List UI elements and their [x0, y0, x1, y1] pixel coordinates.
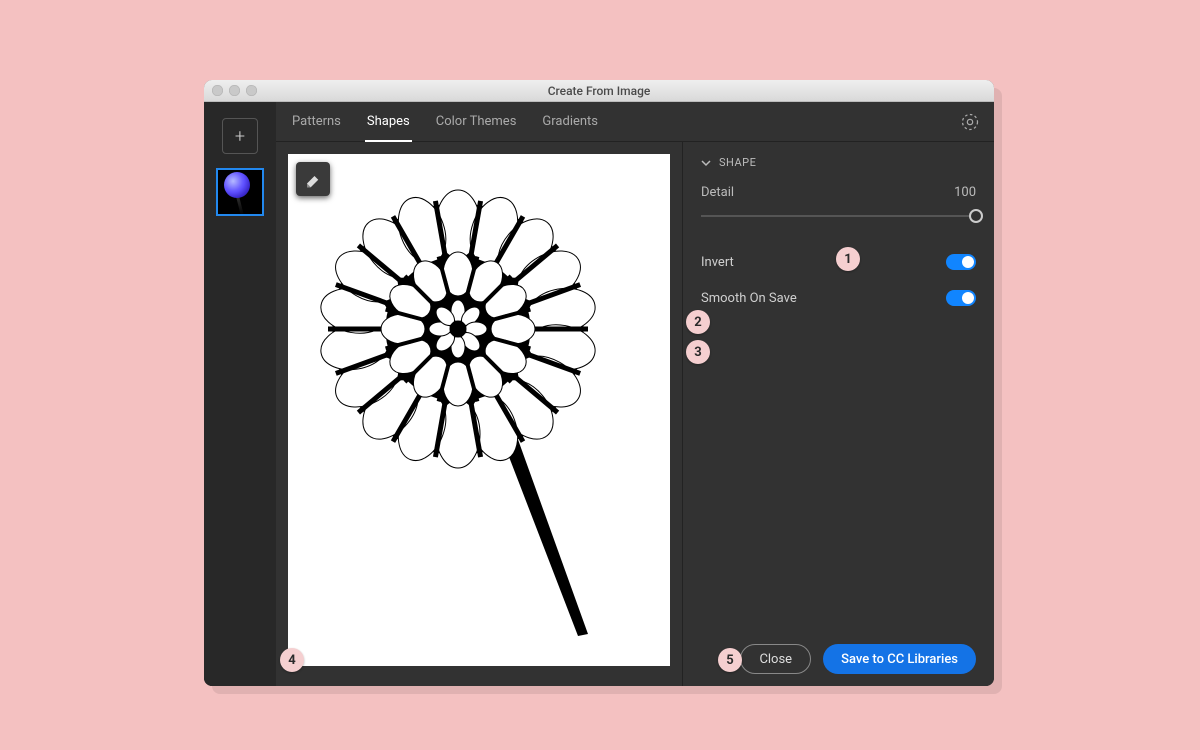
- preview-area: [276, 142, 682, 686]
- tabs: Patterns Shapes Color Themes Gradients: [276, 102, 994, 142]
- eraser-icon: [304, 170, 322, 188]
- plus-icon: +: [235, 126, 245, 147]
- preview-toggle-button[interactable]: [960, 102, 980, 141]
- tab-label: Gradients: [542, 114, 598, 129]
- slider-knob[interactable]: [969, 209, 983, 223]
- dialog-window: Create From Image + Patterns Shapes Colo…: [204, 80, 994, 686]
- button-label: Close: [759, 652, 792, 667]
- window-title: Create From Image: [548, 84, 651, 98]
- titlebar: Create From Image: [204, 80, 994, 102]
- save-to-cc-libraries-button[interactable]: Save to CC Libraries: [823, 644, 976, 674]
- minimize-dot[interactable]: [229, 85, 240, 96]
- detail-label: Detail: [701, 185, 734, 200]
- callout-3: 3: [686, 340, 710, 364]
- tab-color-themes[interactable]: Color Themes: [434, 102, 519, 141]
- callout-5: 5: [718, 648, 742, 672]
- source-thumbnail[interactable]: [216, 168, 264, 216]
- smooth-label: Smooth On Save: [701, 291, 797, 306]
- smooth-toggle[interactable]: [946, 290, 976, 306]
- close-dot[interactable]: [212, 85, 223, 96]
- source-strip: +: [204, 102, 276, 686]
- window-controls[interactable]: [212, 85, 257, 96]
- close-button[interactable]: Close: [740, 644, 811, 674]
- tab-gradients[interactable]: Gradients: [540, 102, 600, 141]
- tab-label: Color Themes: [436, 114, 517, 129]
- chevron-down-icon: [701, 158, 711, 168]
- flower-shape: [288, 154, 670, 666]
- detail-slider[interactable]: [701, 206, 976, 226]
- tab-label: Shapes: [367, 114, 410, 129]
- eraser-tool-button[interactable]: [296, 162, 330, 196]
- tab-label: Patterns: [292, 114, 341, 129]
- invert-label: Invert: [701, 255, 734, 270]
- preview-icon: [960, 112, 980, 132]
- invert-toggle[interactable]: [946, 254, 976, 270]
- callout-1: 1: [836, 247, 860, 271]
- section-title: SHAPE: [719, 156, 756, 169]
- tab-patterns[interactable]: Patterns: [290, 102, 343, 141]
- button-label: Save to CC Libraries: [841, 652, 958, 667]
- callout-2: 2: [686, 310, 710, 334]
- detail-value: 100: [954, 185, 976, 200]
- section-header-shape[interactable]: SHAPE: [701, 156, 976, 169]
- tab-shapes[interactable]: Shapes: [365, 102, 412, 141]
- zoom-dot[interactable]: [246, 85, 257, 96]
- shape-sidebar: SHAPE Detail 100 Invert: [682, 142, 994, 686]
- shape-preview-canvas[interactable]: [288, 154, 670, 666]
- callout-4: 4: [280, 648, 304, 672]
- add-image-button[interactable]: +: [222, 118, 258, 154]
